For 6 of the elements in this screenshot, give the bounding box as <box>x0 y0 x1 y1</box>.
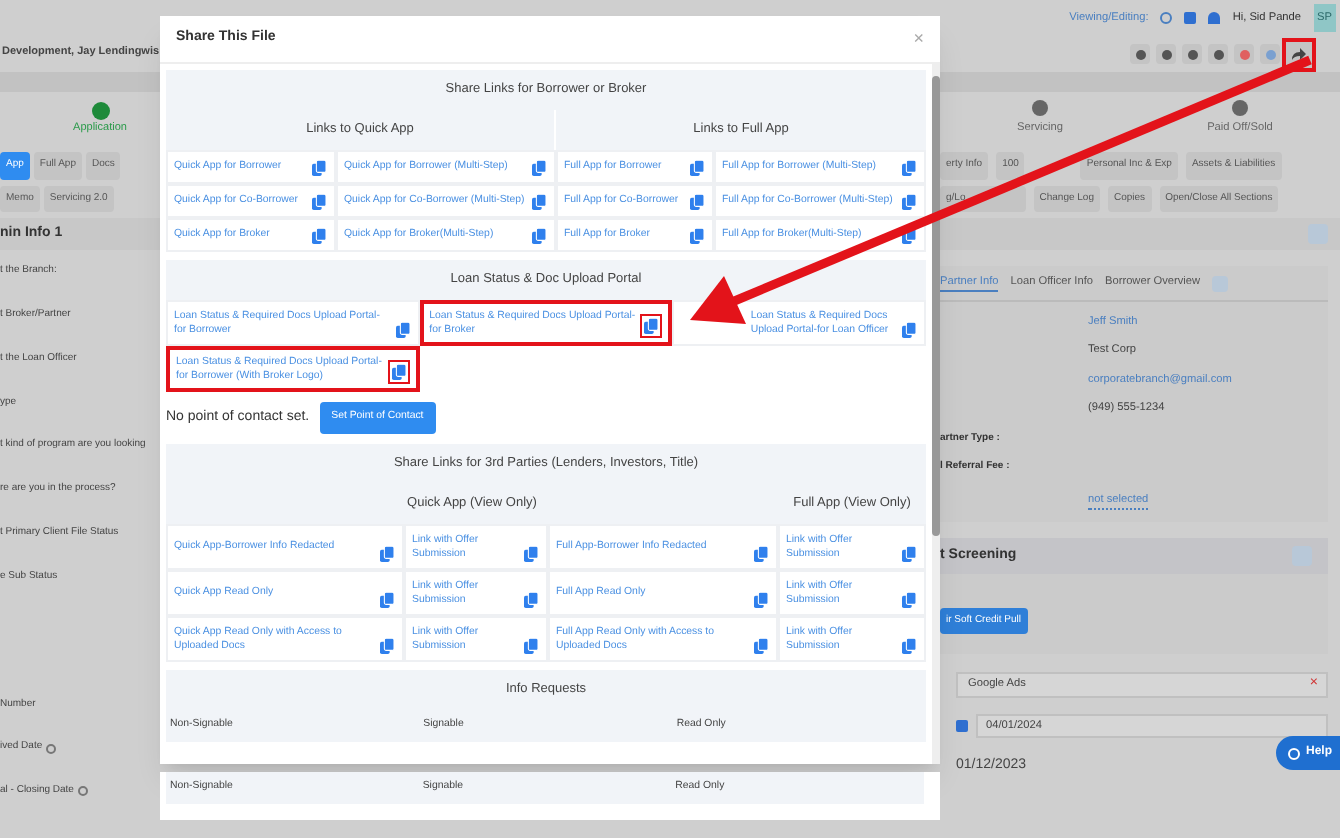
info-icon <box>46 743 57 754</box>
info-icon <box>77 786 88 797</box>
share-icon <box>1292 48 1306 60</box>
search-icon[interactable] <box>1160 12 1173 24</box>
scrollbar[interactable] <box>932 64 940 764</box>
close-button[interactable]: × <box>913 25 924 53</box>
